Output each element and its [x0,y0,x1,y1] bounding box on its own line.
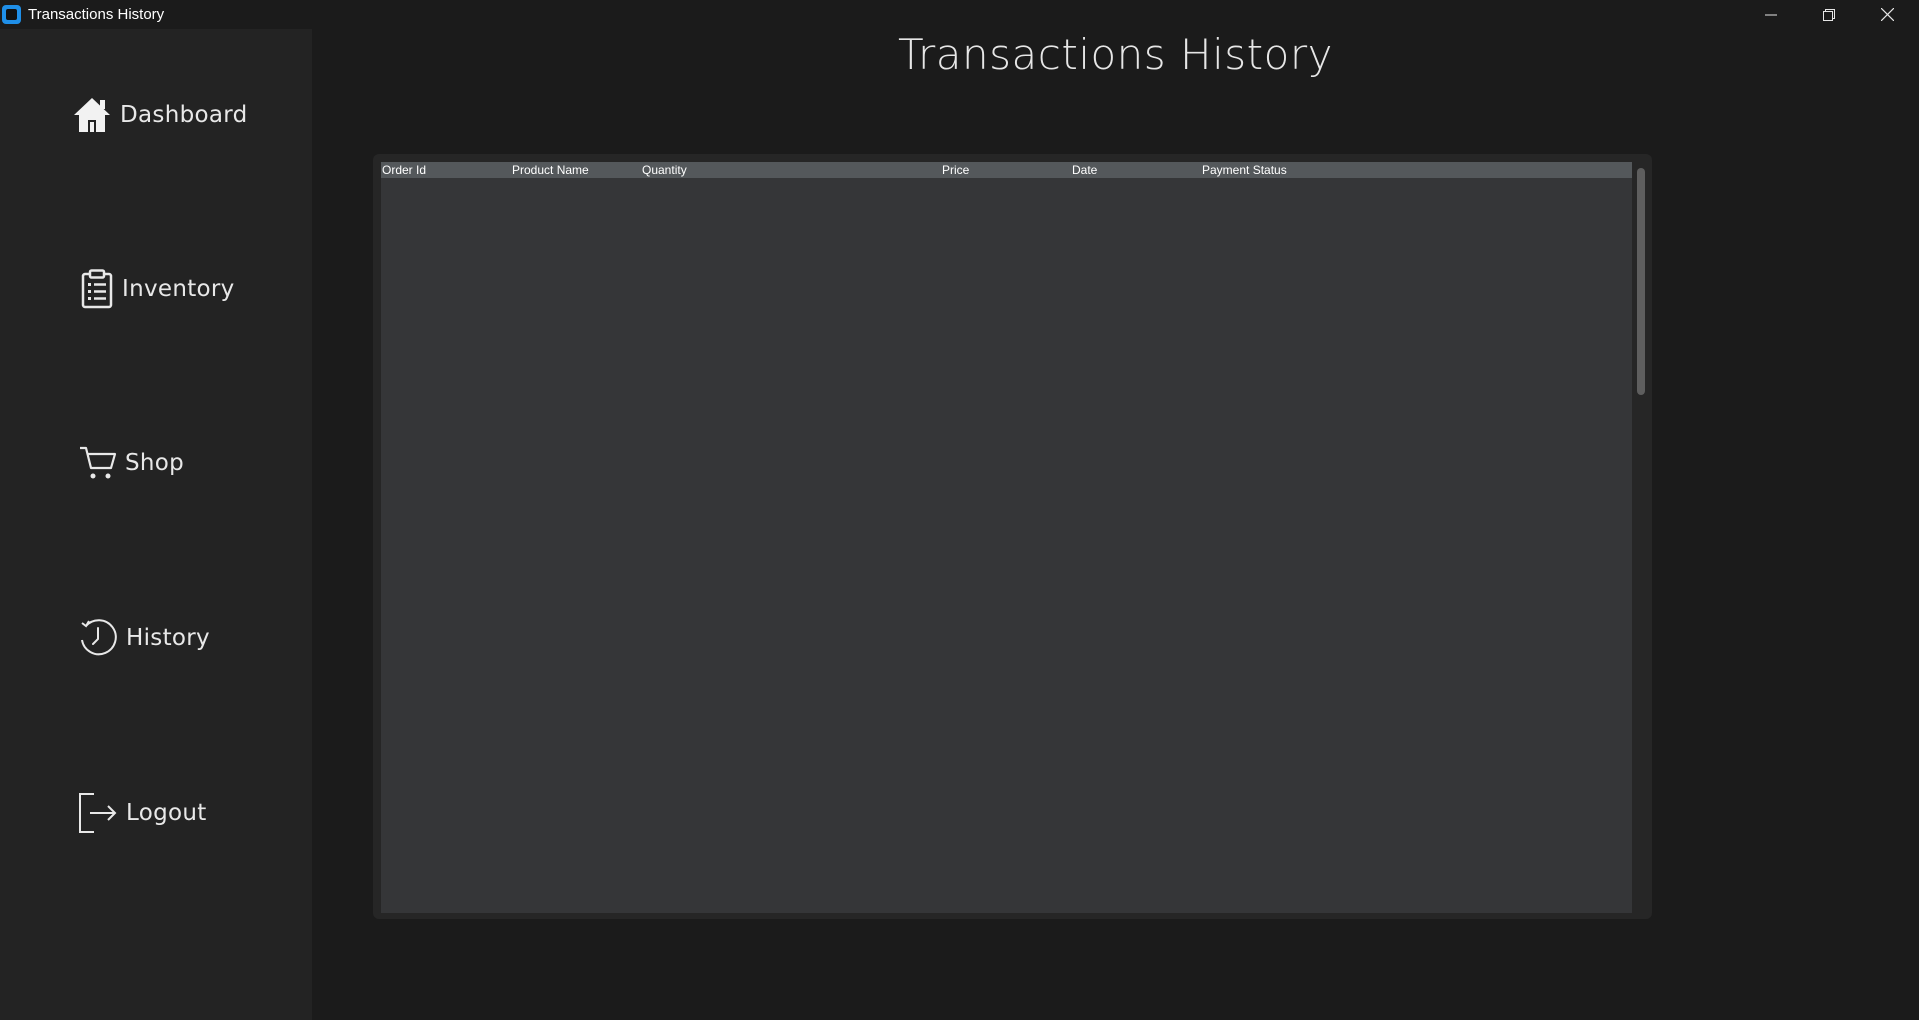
table-header: Order Id Product Name Quantity Price Dat… [381,162,1632,178]
restore-icon [1823,8,1835,21]
sidebar-item-label: History [126,625,210,651]
sidebar-item-shop[interactable]: Shop [79,445,184,481]
sidebar-item-inventory[interactable]: Inventory [80,269,235,309]
cart-icon [79,445,117,481]
minimize-icon [1765,14,1777,15]
scrollbar-thumb[interactable] [1637,168,1645,395]
close-button[interactable] [1858,0,1916,29]
transactions-table[interactable]: Order Id Product Name Quantity Price Dat… [381,162,1632,913]
sidebar-item-label: Shop [125,450,185,476]
column-header-order-id[interactable]: Order Id [382,163,426,177]
column-header-quantity[interactable]: Quantity [642,163,687,177]
home-icon [72,95,112,135]
column-header-payment-status[interactable]: Payment Status [1202,163,1287,177]
logout-icon [78,792,118,834]
minimize-button[interactable] [1742,0,1800,29]
app-icon [2,5,21,24]
column-header-price[interactable]: Price [942,163,969,177]
window-titlebar: Transactions History [0,0,1919,29]
window-title: Transactions History [28,6,165,23]
sidebar-item-history[interactable]: History [78,618,210,658]
history-clock-icon [78,618,118,658]
column-header-product-name[interactable]: Product Name [512,163,589,177]
sidebar-item-logout[interactable]: Logout [78,792,207,834]
sidebar-item-dashboard[interactable]: Dashboard [72,95,247,135]
sidebar-item-label: Inventory [122,276,235,302]
restore-button[interactable] [1800,0,1858,29]
sidebar: Dashboard Inventory Shop History Logout [0,29,312,1020]
clipboard-icon [80,269,114,309]
page-title: Transactions History [898,30,1333,79]
column-header-date[interactable]: Date [1072,163,1097,177]
close-icon [1880,8,1894,21]
sidebar-item-label: Dashboard [120,102,248,128]
sidebar-item-label: Logout [126,800,207,826]
